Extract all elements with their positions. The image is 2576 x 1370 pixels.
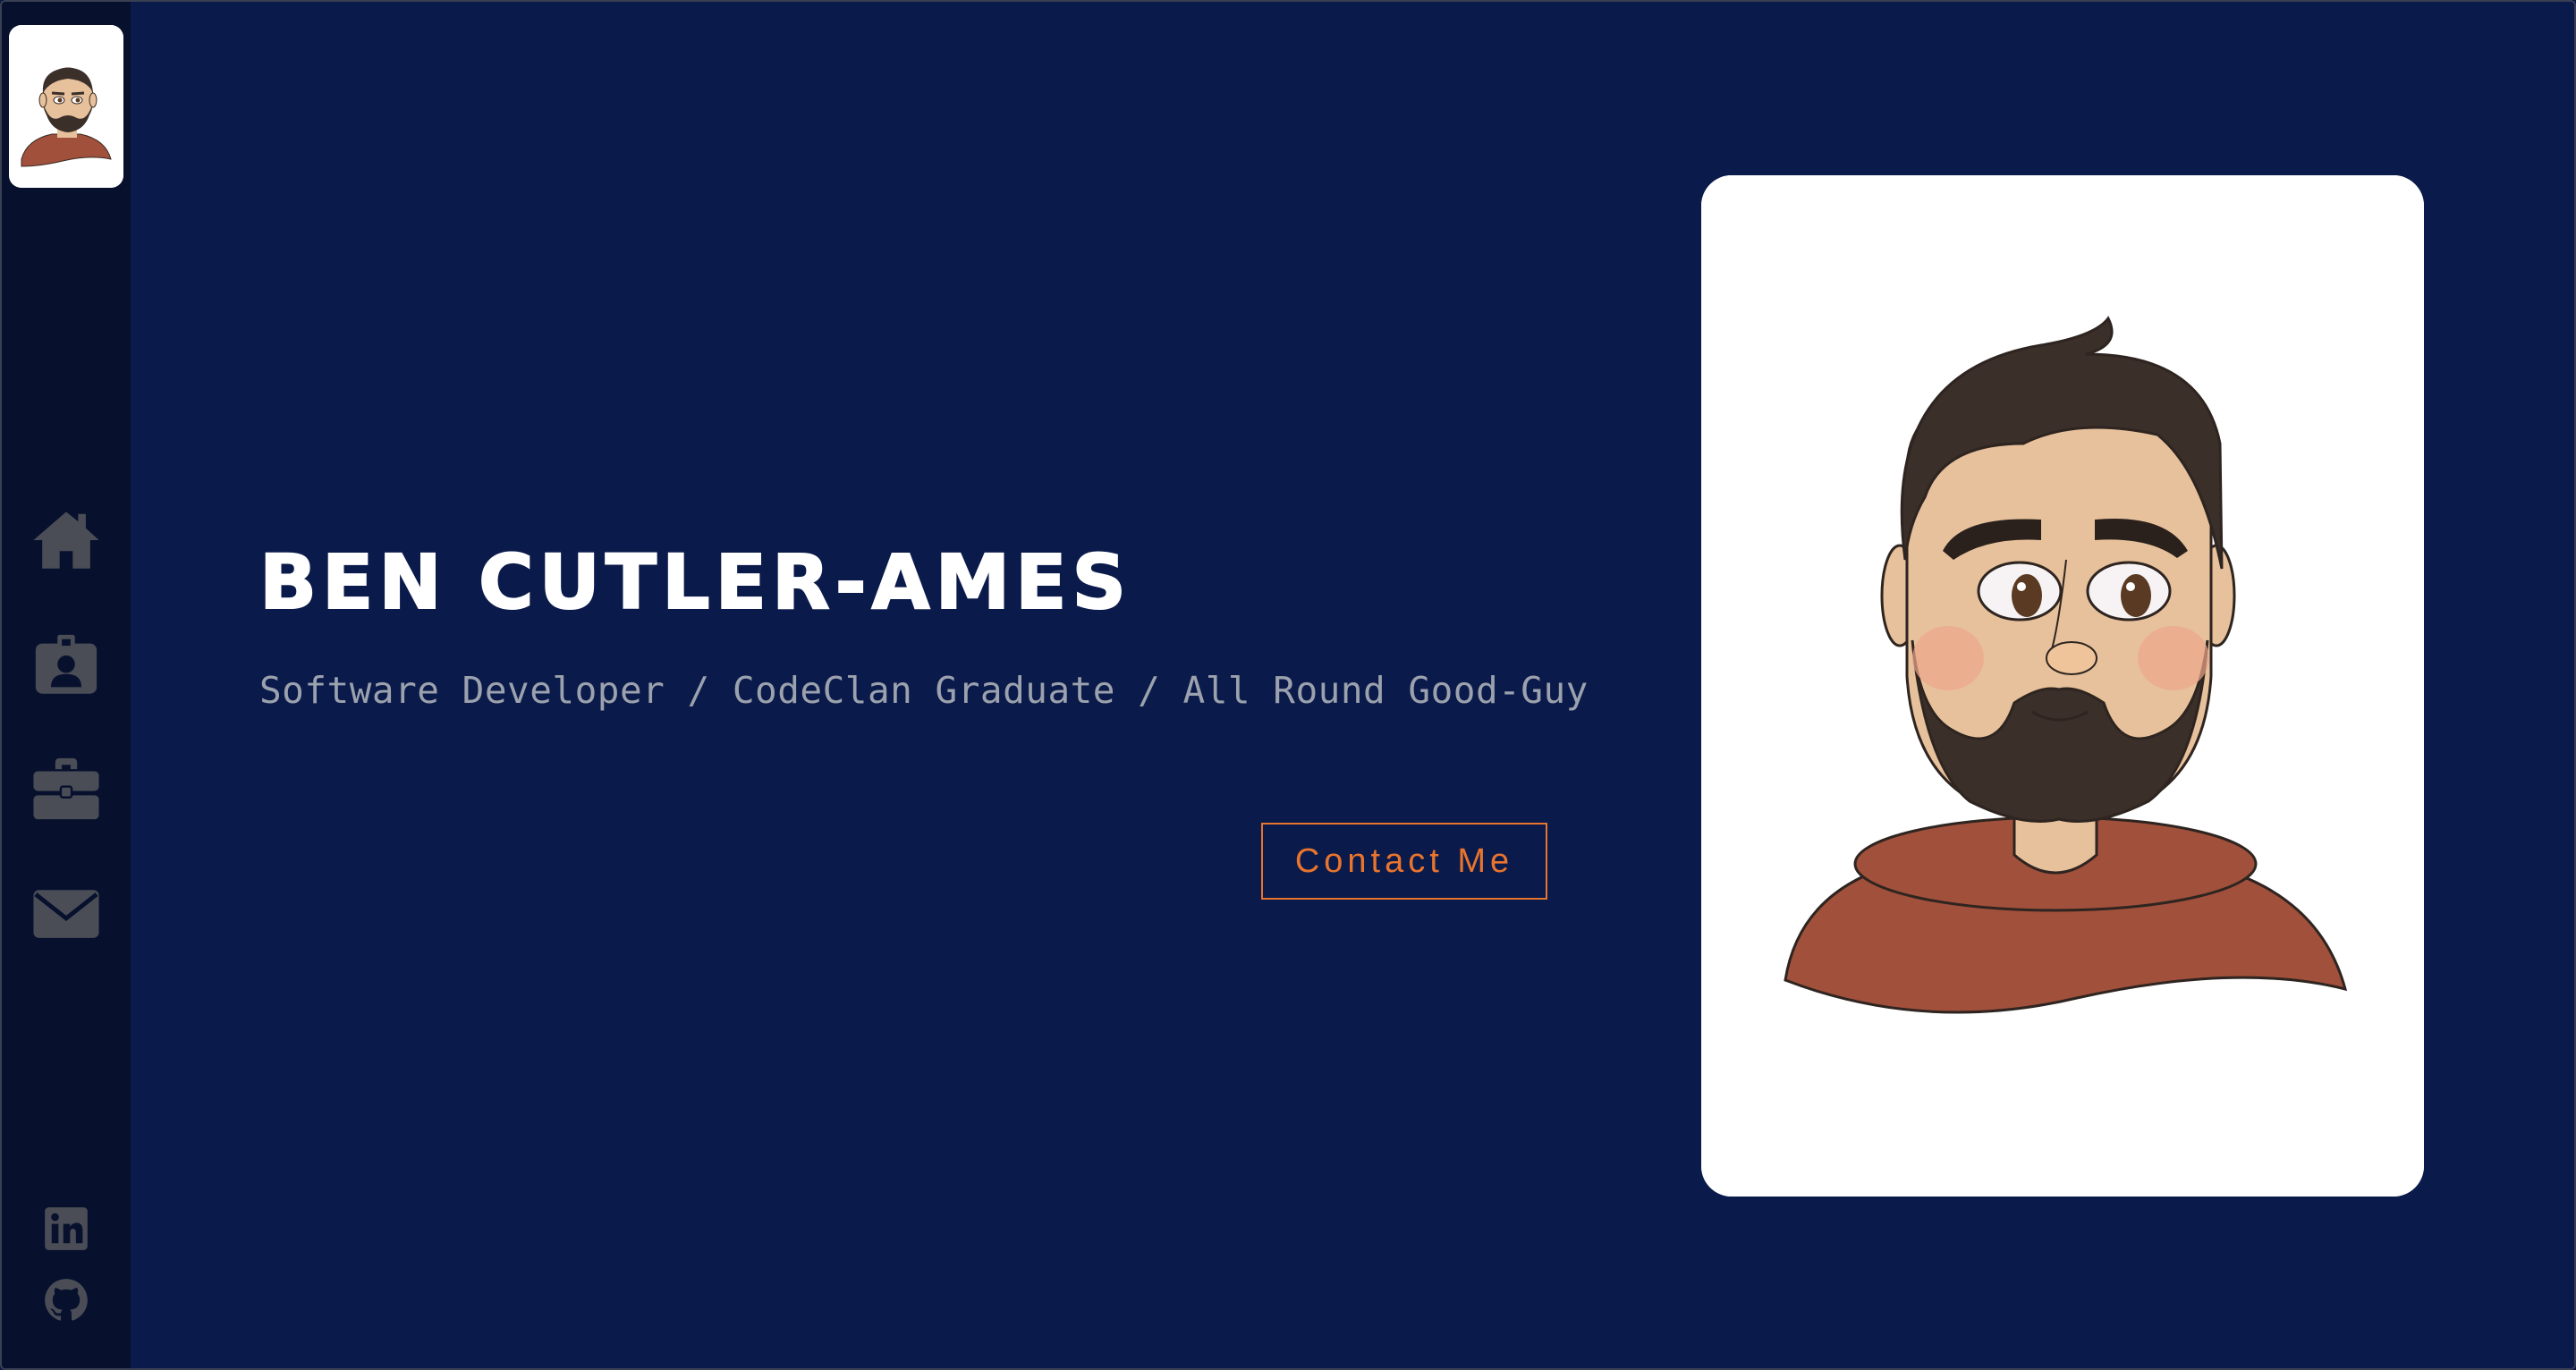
avatar-icon (9, 25, 123, 188)
hero-tagline: Software Developer / CodeClan Graduate /… (259, 669, 1589, 712)
envelope-icon (33, 890, 99, 938)
github-link[interactable] (38, 1272, 95, 1329)
nav-projects[interactable] (25, 748, 107, 830)
home-icon (33, 512, 99, 569)
linkedin-link[interactable] (38, 1200, 95, 1257)
page-frame: BEN CUTLER-AMES Software Developer / Cod… (0, 0, 2576, 1370)
sidebar (2, 2, 131, 1368)
id-badge-icon (35, 634, 97, 694)
github-icon (45, 1279, 88, 1321)
portrait-card (1701, 175, 2424, 1197)
contact-me-button[interactable]: Contact Me (1261, 823, 1547, 900)
nav-home[interactable] (25, 499, 107, 581)
avatar-logo[interactable] (9, 25, 123, 188)
hero-name: BEN CUTLER-AMES (258, 537, 1132, 627)
briefcase-icon (33, 757, 99, 820)
nav-about[interactable] (25, 624, 107, 706)
nav-contact[interactable] (25, 873, 107, 955)
linkedin-icon (45, 1207, 88, 1250)
portrait-illustration (1701, 175, 2424, 1197)
